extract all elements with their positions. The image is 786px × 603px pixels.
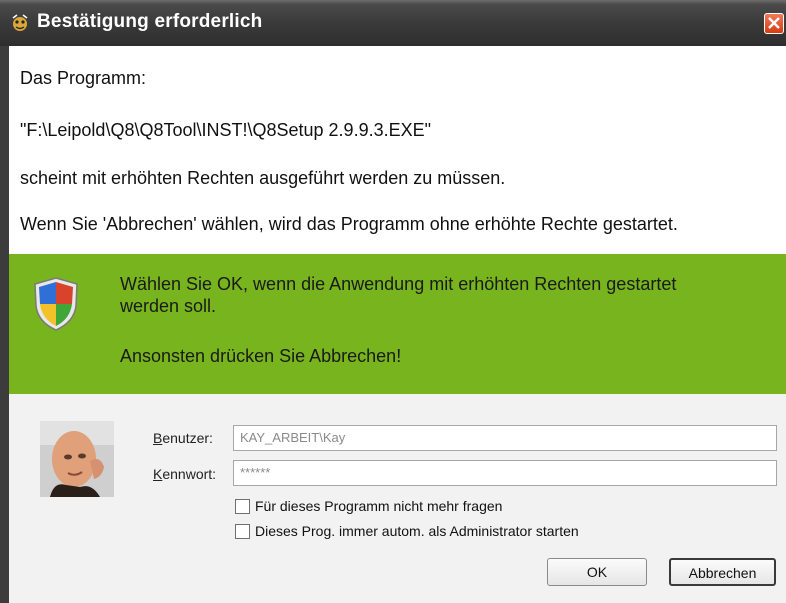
user-avatar <box>40 421 114 497</box>
title-bar[interactable]: Bestätigung erforderlich <box>0 0 786 46</box>
user-field[interactable]: KAY_ARBEIT\Kay <box>233 425 777 451</box>
banner-text-cancel: Ansonsten drücken Sie Abbrechen! <box>120 346 402 366</box>
ok-button[interactable]: OK <box>547 558 647 586</box>
checkbox-dont-ask-label[interactable]: Für dieses Programm nicht mehr fragen <box>255 498 502 514</box>
user-label: Benutzer: <box>153 430 213 446</box>
message-line-path: "F:\Leipold\Q8\Q8Tool\INST!\Q8Setup 2.9.… <box>20 120 431 140</box>
window-title: Bestätigung erforderlich <box>37 11 263 32</box>
password-field[interactable]: ****** <box>233 460 777 486</box>
checkbox-always-admin-label[interactable]: Dieses Prog. immer autom. als Administra… <box>255 523 579 539</box>
window-border <box>0 46 9 603</box>
checkbox-dont-ask[interactable] <box>235 499 250 514</box>
banner-text-ok-cont: werden soll. <box>120 296 217 316</box>
shield-icon <box>32 276 80 337</box>
confirmation-dialog: Bestätigung erforderlich Das Programm: "… <box>0 0 786 603</box>
message-line-elevated: scheint mit erhöhten Rechten ausgeführt … <box>20 168 506 188</box>
close-button[interactable] <box>764 13 784 34</box>
password-label: Kennwort: <box>153 466 217 482</box>
credentials-panel: Benutzer: KAY_ARBEIT\Kay Kennwort: *****… <box>9 394 786 603</box>
checkbox-always-admin[interactable] <box>235 524 250 539</box>
message-line-cancel-info: Wenn Sie 'Abbrechen' wählen, wird das Pr… <box>20 214 678 234</box>
banner-text-ok: Wählen Sie OK, wenn die Anwendung mit er… <box>120 274 677 294</box>
info-banner: Wählen Sie OK, wenn die Anwendung mit er… <box>9 254 786 394</box>
cancel-button[interactable]: Abbrechen <box>669 558 776 586</box>
app-icon <box>10 13 30 33</box>
message-line-program: Das Programm: <box>20 68 147 88</box>
